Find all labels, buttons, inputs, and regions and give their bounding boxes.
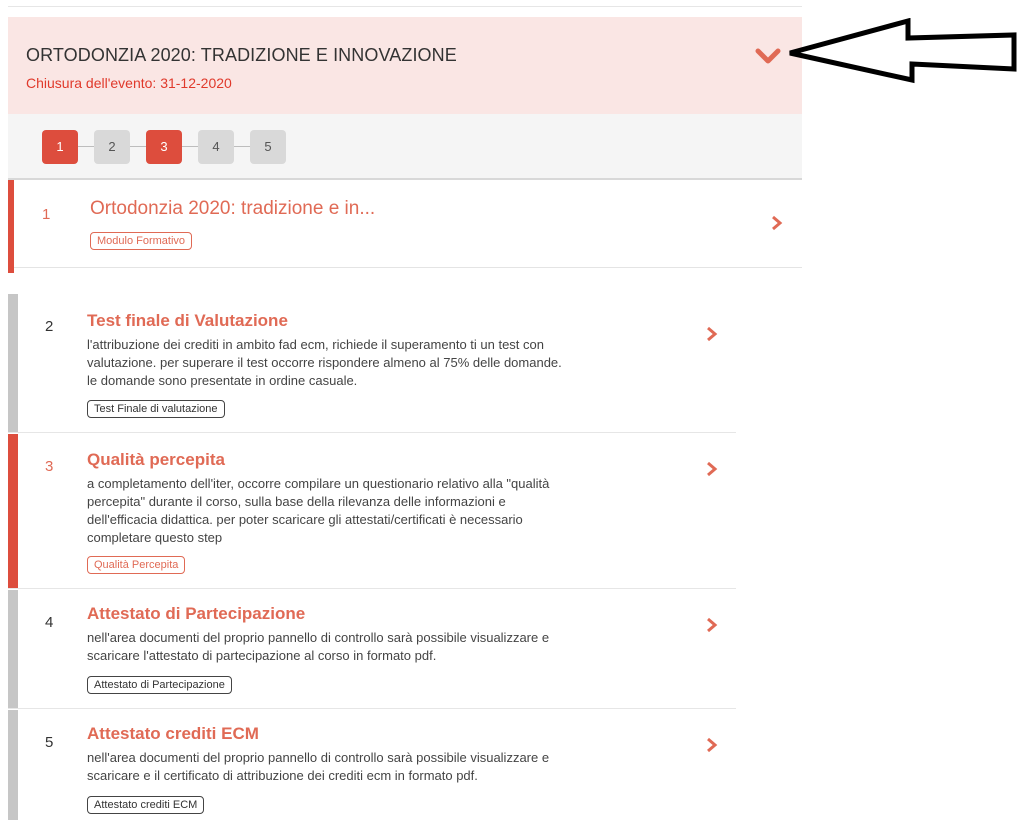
desc-line: valutazione. per superare il test occorr… (87, 355, 562, 370)
item-tag: Test Finale di valutazione (87, 400, 225, 418)
item-title[interactable]: Attestato di Partecipazione (87, 604, 305, 624)
item-tag: Qualità Percepita (87, 556, 186, 574)
steps-progress-bar: 1 2 3 4 5 (8, 114, 802, 180)
item-title[interactable]: Qualità percepita (87, 450, 225, 470)
module-item-2[interactable]: 2 Test finale di Valutazione l'attribuzi… (8, 294, 736, 433)
chevron-right-icon[interactable] (706, 461, 718, 477)
chevron-down-icon[interactable] (755, 47, 781, 67)
item-tag: Attestato crediti ECM (87, 796, 205, 814)
step-1[interactable]: 1 (42, 130, 78, 164)
status-bar-done (8, 434, 18, 588)
item-number: 1 (42, 206, 51, 223)
module-item-4[interactable]: 4 Attestato di Partecipazione nell'area … (8, 590, 736, 709)
event-header[interactable]: ORTODONZIA 2020: TRADIZIONE E INNOVAZION… (8, 17, 802, 114)
item-title[interactable]: Ortodonzia 2020: tradizione e in... (90, 198, 375, 220)
event-closing-date: Chiusura dell'evento: 31-12-2020 (26, 75, 232, 91)
module-item-3[interactable]: 3 Qualità percepita a completamento dell… (8, 434, 736, 589)
chevron-right-icon[interactable] (706, 326, 718, 342)
desc-line: le domande sono presentate in ordine cas… (87, 373, 358, 388)
item-tag: Modulo Formativo (90, 232, 193, 250)
item-number: 5 (45, 734, 54, 751)
item-description: l'attribuzione dei crediti in ambito fad… (87, 336, 562, 390)
desc-line: percepita" durante il corso, sulla base … (87, 494, 506, 509)
item-number: 3 (45, 458, 54, 475)
event-title: ORTODONZIA 2020: TRADIZIONE E INNOVAZION… (26, 45, 457, 65)
status-bar-todo (8, 590, 18, 708)
item-tag: Attestato di Partecipazione (87, 676, 232, 694)
item-number: 4 (45, 614, 54, 631)
item-title[interactable]: Test finale di Valutazione (87, 311, 288, 331)
chevron-right-icon[interactable] (706, 737, 718, 753)
module-item-5[interactable]: 5 Attestato crediti ECM nell'area docume… (8, 710, 736, 820)
step-5[interactable]: 5 (250, 130, 286, 164)
desc-line: dell'efficacia didattica. per poter scar… (87, 512, 523, 527)
desc-line: nell'area documenti del proprio pannello… (87, 750, 550, 765)
desc-line: nell'area documenti del proprio pannello… (87, 630, 550, 645)
status-bar-todo (8, 294, 18, 432)
step-3[interactable]: 3 (146, 130, 182, 164)
top-divider (8, 6, 802, 7)
item-description: a completamento dell'iter, occorre compi… (87, 475, 549, 547)
item-title[interactable]: Attestato crediti ECM (87, 724, 259, 744)
item-description: nell'area documenti del proprio pannello… (87, 749, 549, 785)
desc-line: scaricare l'attestato di partecipazione … (87, 648, 437, 663)
desc-line: completare questo step (87, 530, 223, 545)
status-bar-done (8, 180, 14, 273)
annotation-arrow-icon (786, 17, 1018, 84)
desc-line: scaricare e il certificato di attribuzio… (87, 768, 478, 783)
item-description: nell'area documenti del proprio pannello… (87, 629, 549, 665)
status-bar-todo (8, 710, 18, 820)
module-item-1[interactable]: 1 Ortodonzia 2020: tradizione e in... Mo… (8, 180, 802, 273)
desc-line: a completamento dell'iter, occorre compi… (87, 476, 550, 491)
desc-line: l'attribuzione dei crediti in ambito fad… (87, 337, 544, 352)
chevron-right-icon[interactable] (706, 617, 718, 633)
item-number: 2 (45, 318, 54, 335)
step-2[interactable]: 2 (94, 130, 130, 164)
step-4[interactable]: 4 (198, 130, 234, 164)
chevron-right-icon[interactable] (771, 215, 783, 231)
